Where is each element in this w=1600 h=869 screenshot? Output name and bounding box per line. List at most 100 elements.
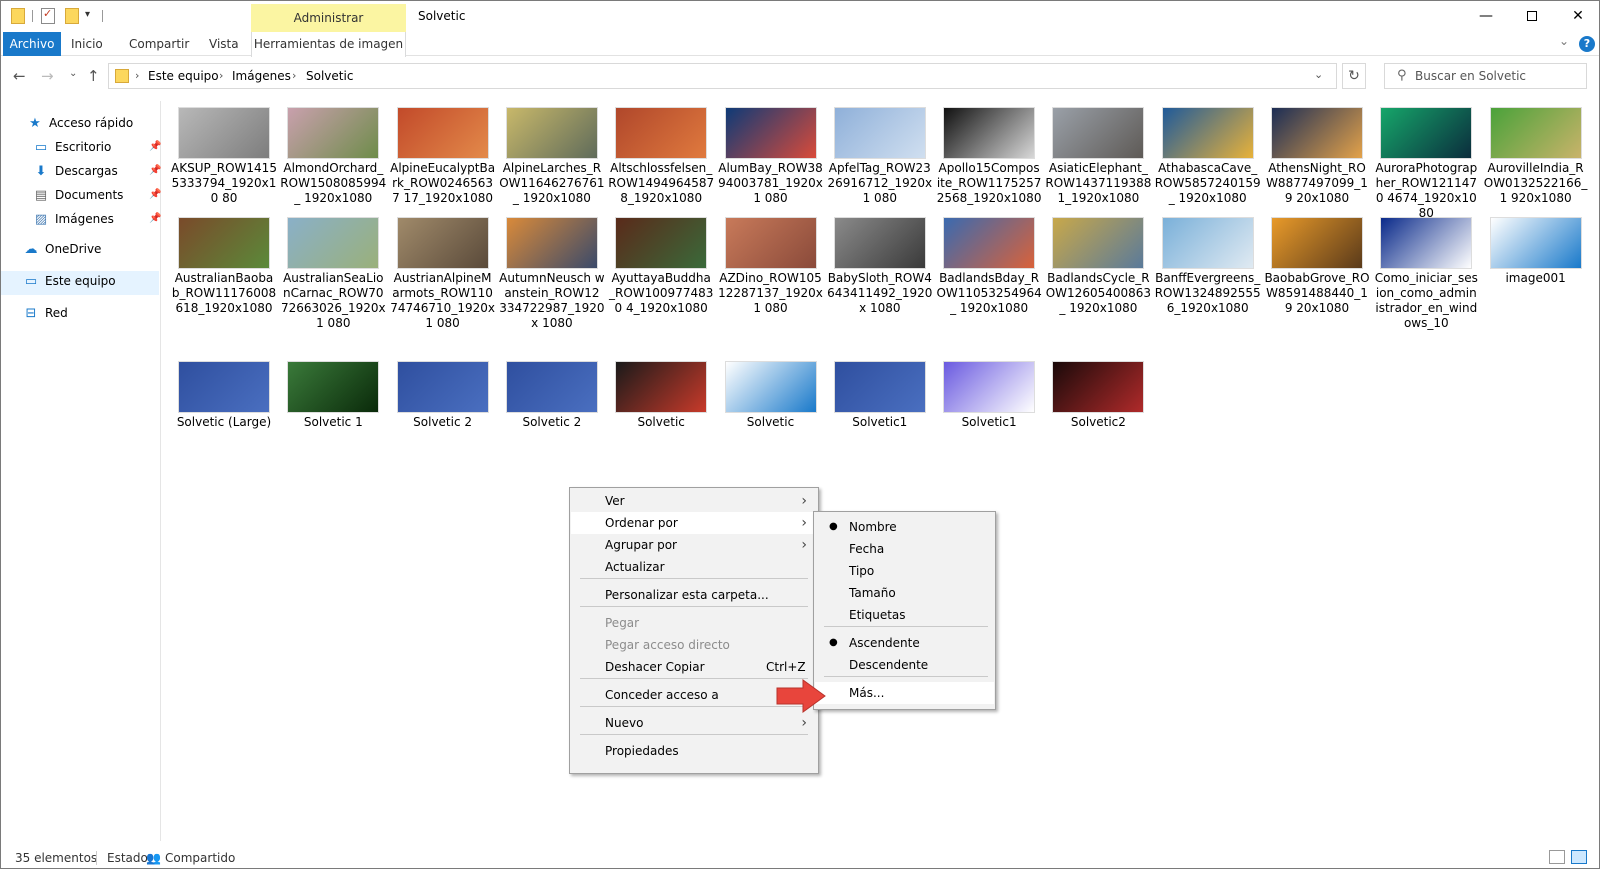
file-item[interactable]: AutumnNeusch wanstein_ROW12 334722987_19… [499,211,605,331]
pin-icon[interactable]: 📌 [149,159,161,183]
file-thumbnail[interactable] [1161,217,1254,269]
expand-ribbon-icon[interactable]: ⌄ [1559,34,1569,48]
file-thumbnail[interactable] [505,361,598,413]
folder-icon[interactable] [11,8,25,24]
file-item[interactable]: Como_iniciar_ses ion_como_admin istrador… [1373,211,1479,331]
pin-icon[interactable]: 📌 [149,183,161,207]
file-thumbnail[interactable] [178,107,270,159]
file-item[interactable]: AuroraPhotograp her_ROW1211470 4674_1920… [1373,101,1479,221]
help-icon[interactable]: ? [1579,36,1595,52]
up-arrow-icon[interactable]: ↑ [87,67,100,85]
pin-icon[interactable]: 📌 [149,207,161,231]
file-name[interactable]: Altschlossfelsen_ ROW1494964587 8_1920x1… [608,161,714,206]
tab-herramientas-de-imagen[interactable]: Herramientas de imagen [251,32,406,57]
file-thumbnail[interactable] [396,217,489,269]
file-thumbnail[interactable] [1271,217,1363,269]
file-thumbnail[interactable] [396,107,489,159]
sidebar-item-este-equipo[interactable]: ▭ Este equipo [23,269,116,293]
file-name[interactable]: BabySloth_ROW4 643411492_1920x 1080 [827,271,933,316]
file-item[interactable]: Solvetic2 [1045,347,1151,430]
file-thumbnail[interactable] [833,217,926,269]
sort-option-descendente[interactable]: Descendente [815,654,994,676]
address-history-chevron-icon[interactable]: ⌄ [1314,68,1323,81]
breadcrumb-separator-icon[interactable]: › [292,69,296,82]
sort-option-fecha[interactable]: Fecha [815,538,994,560]
file-thumbnail[interactable] [505,217,598,269]
file-item[interactable]: AthensNight_RO W8877497099_19 20x1080 [1264,101,1370,206]
file-thumbnail[interactable] [1052,107,1145,159]
close-button[interactable]: ✕ [1555,1,1599,31]
file-item[interactable]: Altschlossfelsen_ ROW1494964587 8_1920x1… [608,101,714,206]
file-name[interactable]: Solvetic 2 [499,415,605,430]
file-thumbnail[interactable] [505,107,598,159]
menu-item-ordenar-por[interactable]: Ordenar por › [571,512,817,534]
sidebar-item-acceso-rapido[interactable]: ★ Acceso rápido [27,111,133,135]
file-name[interactable]: Solvetic 2 [390,415,496,430]
file-item[interactable]: Apollo15Compos ite_ROW1175257 2568_1920x… [936,101,1042,206]
file-thumbnail[interactable] [178,361,270,413]
file-item[interactable]: AurovilleIndia_R OW0132522166_1 920x1080 [1483,101,1589,206]
file-name[interactable]: AlpineLarches_R OW11646276761_ 1920x1080 [499,161,605,206]
forward-arrow-icon[interactable]: → [41,67,54,85]
breadcrumb-separator-icon[interactable]: › [219,69,223,82]
file-name[interactable]: AutumnNeusch wanstein_ROW12 334722987_19… [499,271,605,331]
file-name[interactable]: AyuttayaBuddha _ROW1009774830 4_1920x108… [608,271,714,316]
file-thumbnail[interactable] [724,217,817,269]
file-name[interactable]: AlumBay_ROW38 94003781_1920x1 080 [718,161,824,206]
sort-option-ascendente[interactable]: ● Ascendente [815,632,994,654]
file-thumbnail[interactable] [1052,217,1145,269]
tab-compartir[interactable]: Compartir [129,32,189,56]
sort-option-etiquetas[interactable]: Etiquetas [815,604,994,626]
file-item[interactable]: AlumBay_ROW38 94003781_1920x1 080 [718,101,824,206]
breadcrumb-imagenes[interactable]: Imágenes [232,69,291,83]
file-item[interactable]: Solvetic1 [936,347,1042,430]
properties-icon[interactable] [41,7,55,24]
file-item[interactable]: Solvetic1 [827,347,933,430]
sort-option-tipo[interactable]: Tipo [815,560,994,582]
tab-vista[interactable]: Vista [209,32,239,56]
file-item[interactable]: BadlandsBday_R OW11053254964_ 1920x1080 [936,211,1042,316]
file-thumbnail[interactable] [287,361,380,413]
menu-item-personalizar-esta-carpeta[interactable]: Personalizar esta carpeta... [571,584,817,606]
breadcrumb-solvetic[interactable]: Solvetic [306,69,353,83]
refresh-button[interactable]: ↻ [1342,63,1366,89]
new-folder-icon[interactable] [65,8,79,24]
file-item[interactable]: AsiaticElephant_ ROW1437119388 1_1920x10… [1045,101,1151,206]
sort-option-mas[interactable]: Más... [815,682,994,704]
file-name[interactable]: Solvetic [608,415,714,430]
file-name[interactable]: ApfelTag_ROW23 26916712_1920x1 080 [827,161,933,206]
file-thumbnail[interactable] [833,361,926,413]
file-name[interactable]: AustralianBaoba b_ROW11176008 618_1920x1… [171,271,277,316]
sidebar-item-onedrive[interactable]: ☁ OneDrive [23,237,102,261]
file-name[interactable]: AustrianAlpineM armots_ROW110 74746710_1… [390,271,496,331]
file-thumbnail[interactable] [833,107,926,159]
file-name[interactable]: BadlandsCycle_R OW12605400863_ 1920x1080 [1045,271,1151,316]
file-item[interactable]: AthabascaCave_ ROW5857240159_ 1920x1080 [1155,101,1261,206]
file-name[interactable]: Como_iniciar_ses ion_como_admin istrador… [1373,271,1479,331]
file-item[interactable]: AlpineLarches_R OW11646276761_ 1920x1080 [499,101,605,206]
file-name[interactable]: AurovilleIndia_R OW0132522166_1 920x1080 [1483,161,1589,206]
file-name[interactable]: AlpineEucalyptBa rk_ROW02465637 17_1920x… [390,161,496,206]
maximize-button[interactable] [1509,1,1555,31]
address-bar[interactable]: › Este equipo › Imágenes › Solvetic ⌄ [108,63,1337,89]
file-item[interactable]: Solvetic 1 [280,347,386,430]
sidebar-item-red[interactable]: ⊟ Red [23,301,68,325]
minimize-button[interactable]: — [1463,1,1509,31]
breadcrumb-separator-icon[interactable]: › [135,69,139,82]
file-thumbnail[interactable] [724,107,817,159]
file-item[interactable]: BaobabGrove_RO W8591488440_19 20x1080 [1264,211,1370,316]
file-thumbnail[interactable] [724,361,817,413]
file-item[interactable]: AZDino_ROW105 12287137_1920x1 080 [718,211,824,316]
file-thumbnail[interactable] [178,217,270,269]
menu-item-nuevo[interactable]: Nuevo › [571,712,817,734]
tab-archivo[interactable]: Archivo [3,32,61,56]
file-thumbnail[interactable] [1380,217,1473,269]
file-name[interactable]: BadlandsBday_R OW11053254964_ 1920x1080 [936,271,1042,316]
file-item[interactable]: Solvetic [718,347,824,430]
file-view[interactable]: AKSUP_ROW1415 5333794_1920x10 80 AlmondOr… [171,101,1591,841]
breadcrumb-este-equipo[interactable]: Este equipo [148,69,219,83]
sidebar-item-documents[interactable]: ▤ Documents 📌 [33,183,162,207]
menu-item-deshacer-copiar[interactable]: Deshacer Copiar Ctrl+Z [571,656,817,678]
file-name[interactable]: BaobabGrove_RO W8591488440_19 20x1080 [1264,271,1370,316]
menu-item-propiedades[interactable]: Propiedades [571,740,817,762]
